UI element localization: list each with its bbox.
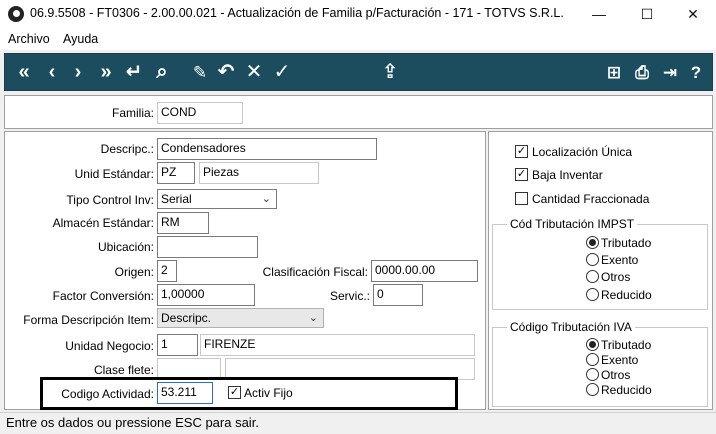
factor-conversion-input[interactable]: 1,00000: [157, 284, 255, 306]
descripc-label: Descripc.:: [100, 142, 154, 156]
impst-group: [492, 224, 708, 310]
impst-reducido-radio[interactable]: [586, 288, 599, 301]
impst-reducido-label: Reducido: [601, 288, 652, 302]
return-icon[interactable]: ↵: [121, 54, 147, 90]
chevron-down-icon: ⌄: [261, 193, 271, 205]
undo-icon[interactable]: ↶: [213, 54, 239, 90]
iva-reducido-radio[interactable]: [586, 383, 599, 396]
activ-fijo-checkbox[interactable]: ✓: [228, 386, 241, 399]
iva-exento-label: Exento: [601, 353, 639, 367]
iva-tributado-radio[interactable]: [586, 338, 599, 351]
origen-input[interactable]: 2: [157, 260, 177, 282]
status-text: Entre os dados ou pressione ESC para sai…: [6, 415, 259, 430]
minimize-button[interactable]: —: [576, 0, 622, 28]
ubicacion-input[interactable]: [157, 236, 258, 258]
impst-exento-label: Exento: [601, 253, 639, 267]
iva-otros-label: Otros: [601, 368, 631, 382]
cantidad-fraccionada-checkbox[interactable]: [515, 192, 528, 205]
servic-label: Servic.:: [329, 289, 370, 303]
tipo-control-select[interactable]: Serial ⌄: [157, 189, 277, 209]
activ-fijo-label: Activ Fijo: [244, 386, 293, 400]
iva-reducido-label: Reducido: [601, 383, 652, 397]
factor-conversion-label: Factor Conversión:: [52, 289, 154, 303]
unid-estandar-label: Unid Estándar:: [74, 167, 154, 181]
first-record-icon[interactable]: «: [11, 54, 37, 90]
localizacion-unica-checkbox[interactable]: ✓: [515, 145, 528, 158]
chevron-down-icon: ⌄: [308, 312, 318, 324]
exit-icon[interactable]: ⇥: [657, 54, 683, 90]
impst-tributado-label: Tributado: [601, 236, 652, 250]
last-record-icon[interactable]: »: [93, 54, 119, 90]
edit-icon[interactable]: ✎: [187, 54, 213, 90]
cancel-icon[interactable]: ✕: [241, 54, 267, 90]
impst-otros-radio[interactable]: [586, 270, 599, 283]
tipo-control-value: Serial: [161, 192, 192, 206]
menu-archivo[interactable]: Archivo: [8, 32, 50, 46]
iva-tributado-label: Tributado: [601, 338, 652, 352]
maximize-button[interactable]: ☐: [624, 0, 670, 28]
baja-inventar-checkbox[interactable]: ✓: [515, 168, 528, 181]
unid-estandar-desc: Piezas: [199, 162, 319, 184]
unidad-negocio-input[interactable]: 1: [157, 334, 198, 356]
origen-label: Origen:: [114, 265, 154, 279]
toolbar: « ‹ › » ↵ ⌕ ✎ ↶ ✕ ✓ ⇪ ⊞ ⎙ ⇥ ?: [4, 53, 713, 91]
upload-icon[interactable]: ⇪: [377, 54, 403, 90]
search-icon[interactable]: ⌕: [149, 54, 175, 90]
familia-field[interactable]: COND: [157, 102, 243, 124]
almacen-label: Almacén Estándar:: [52, 216, 154, 230]
impst-exento-radio[interactable]: [586, 253, 599, 266]
print-icon[interactable]: ⎙: [629, 54, 655, 90]
ubicacion-label: Ubicación:: [97, 240, 154, 254]
app-logo-icon: [8, 6, 24, 22]
unidad-negocio-label: Unidad Negocio:: [65, 339, 154, 353]
localizacion-unica-label: Localización Única: [532, 145, 633, 159]
iva-group-title: Código Tributación IVA: [507, 320, 635, 334]
descripc-input[interactable]: Condensadores: [157, 138, 377, 160]
forma-descripcion-label: Forma Descripción Item:: [23, 313, 154, 327]
codigo-actividad-label: Codigo Actividad:: [61, 387, 154, 401]
impst-otros-label: Otros: [601, 270, 631, 284]
baja-inventar-label: Baja Inventar: [532, 168, 603, 182]
cantidad-fraccionada-label: Cantidad Fraccionada: [532, 192, 650, 206]
impst-tributado-radio[interactable]: [586, 236, 599, 249]
almacen-input[interactable]: RM: [157, 212, 209, 234]
window-title: 06.9.5508 - FT0306 - 2.00.00.021 - Actua…: [30, 6, 564, 20]
next-record-icon[interactable]: ›: [65, 54, 91, 90]
familia-label: Familia:: [111, 106, 154, 120]
menu-bar: [0, 28, 716, 50]
iva-group: [492, 327, 708, 407]
menu-ayuda[interactable]: Ayuda: [63, 32, 98, 46]
clase-flete-label: Clase flete:: [93, 363, 154, 377]
unid-estandar-input[interactable]: PZ: [157, 162, 195, 184]
clasificacion-fiscal-label: Clasificación Fiscal:: [262, 265, 368, 279]
forma-descripcion-select[interactable]: Descripc. ⌄: [157, 308, 324, 328]
iva-exento-radio[interactable]: [586, 353, 599, 366]
tipo-control-label: Tipo Control Inv:: [66, 193, 154, 207]
tree-icon[interactable]: ⊞: [601, 54, 627, 90]
servic-input[interactable]: 0: [373, 284, 423, 306]
unidad-negocio-desc: FIRENZE: [200, 334, 475, 356]
confirm-icon[interactable]: ✓: [269, 54, 295, 90]
iva-otros-radio[interactable]: [586, 368, 599, 381]
help-icon[interactable]: ?: [683, 54, 709, 90]
clasificacion-fiscal-input[interactable]: 0000.00.00: [371, 260, 478, 282]
previous-record-icon[interactable]: ‹: [39, 54, 65, 90]
close-button[interactable]: ✕: [670, 0, 716, 28]
forma-descripcion-value: Descripc.: [161, 311, 212, 325]
codigo-actividad-input[interactable]: 53.211: [157, 382, 213, 404]
impst-group-title: Cód Tributación IMPST: [507, 217, 638, 231]
